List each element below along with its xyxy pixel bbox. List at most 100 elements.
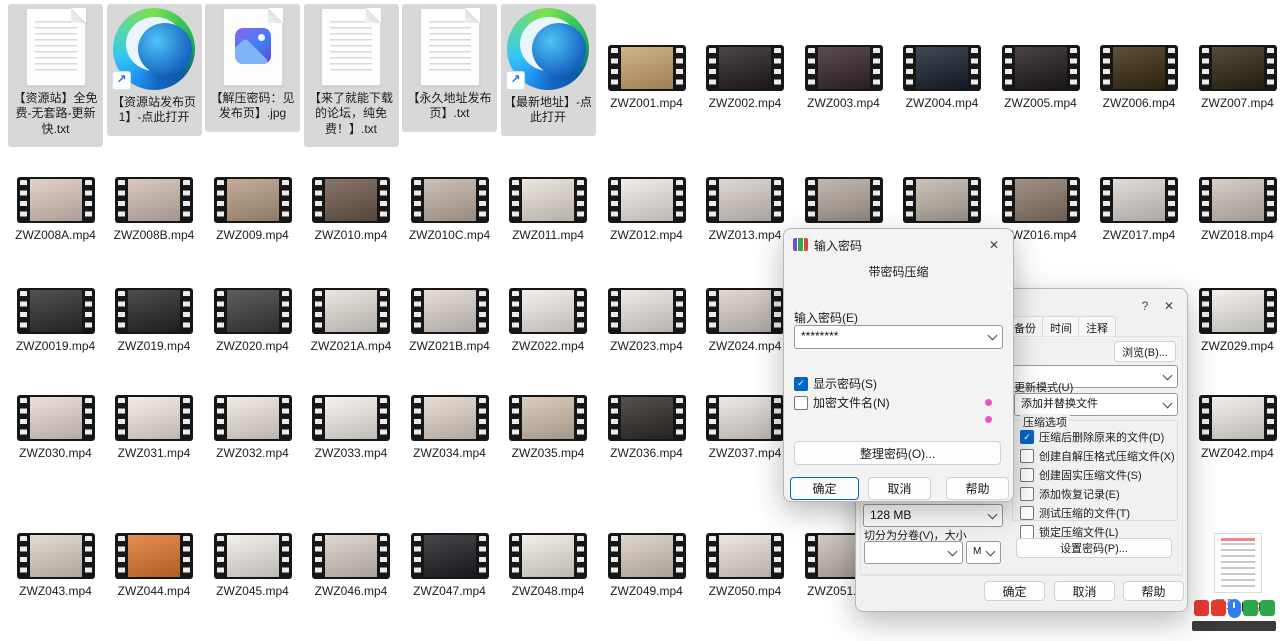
split-volumes-value (871, 542, 944, 563)
desktop-item-ZWZ045[interactable]: ZWZ045.mp4 (205, 533, 300, 599)
split-unit-value: MB (973, 542, 982, 563)
dialog-help-icon[interactable]: ? (1132, 295, 1158, 316)
desktop-item-ZWZ003[interactable]: ZWZ003.mp4 (796, 8, 891, 111)
desktop-item-ZWZ037[interactable]: ZWZ037.mp4 (698, 395, 793, 461)
ok-button[interactable]: 确定 (984, 581, 1045, 601)
desktop-item-ZWZ021A[interactable]: ZWZ021A.mp4 (304, 288, 399, 354)
desktop-item-ZWZ021B[interactable]: ZWZ021B.mp4 (402, 288, 497, 354)
file-label: ZWZ045.mp4 (205, 584, 300, 599)
desktop-item-ZWZ031[interactable]: ZWZ031.mp4 (107, 395, 202, 461)
desktop-item-ZWZ020[interactable]: ZWZ020.mp4 (205, 288, 300, 354)
desktop-item-ZWZ011[interactable]: ZWZ011.mp4 (501, 177, 596, 243)
file-label: ZWZ030.mp4 (8, 446, 103, 461)
password-input[interactable]: ******** (794, 325, 1003, 349)
video-file-icon (17, 177, 95, 223)
option-checkbox[interactable]: 测试压缩的文件(T) (1020, 505, 1177, 521)
desktop-item-ZWZ049[interactable]: ZWZ049.mp4 (599, 533, 694, 599)
desktop-item-ZWZ005[interactable]: ZWZ005.mp4 (993, 8, 1088, 111)
ok-button[interactable]: 确定 (790, 477, 859, 500)
video-file-icon (509, 533, 587, 579)
desktop-item-ZWZ034[interactable]: ZWZ034.mp4 (402, 395, 497, 461)
desktop-item-ZWZ009[interactable]: ZWZ009.mp4 (205, 177, 300, 243)
desktop-item-ZWZ033[interactable]: ZWZ033.mp4 (304, 395, 399, 461)
file-label: 【永久地址发布页】.txt (402, 91, 497, 122)
set-password-button[interactable]: 设置密码(P)... (1016, 538, 1172, 558)
desktop-item-ZWZ004[interactable]: ZWZ004.mp4 (895, 8, 990, 111)
option-checkbox[interactable]: 创建固实压缩文件(S) (1020, 467, 1177, 483)
desktop-item-ZWZ022[interactable]: ZWZ022.mp4 (501, 288, 596, 354)
desktop-item-ZWZ042[interactable]: ZWZ042.mp4 (1190, 395, 1280, 461)
browse-button[interactable]: 浏览(B)... (1114, 341, 1176, 362)
desktop-item-ZWZ032[interactable]: ZWZ032.mp4 (205, 395, 300, 461)
desktop-item-ZWZ019[interactable]: ZWZ019.mp4 (107, 288, 202, 354)
desktop-item-ZWZ001[interactable]: ZWZ001.mp4 (599, 8, 694, 111)
desktop-item-ZWZ017[interactable]: ZWZ017.mp4 (1092, 177, 1187, 243)
desktop-item-ZWZ044[interactable]: ZWZ044.mp4 (107, 533, 202, 599)
desktop-item-txt-1[interactable]: 【资源站】全免费-无套路-更新快.txt (8, 4, 103, 147)
desktop-item-edge-1[interactable]: ↗【资源站发布页1】-点此打开 (107, 4, 202, 136)
desktop-item-ZWZ023[interactable]: ZWZ023.mp4 (599, 288, 694, 354)
video-thumbnail (424, 290, 476, 332)
desktop-item-ZWZ018[interactable]: ZWZ018.mp4 (1190, 177, 1280, 243)
file-label: ZWZ020.mp4 (205, 339, 300, 354)
file-label: ZWZ003.mp4 (796, 96, 891, 111)
option-checkbox[interactable]: 添加恢复记录(E) (1020, 486, 1177, 502)
tab-注释[interactable]: 注释 (1078, 316, 1116, 338)
option-checkbox[interactable]: 创建自解压格式压缩文件(X) (1020, 448, 1177, 464)
edge-shortcut-icon: ↗ (507, 8, 589, 90)
desktop-item-ZWZ043[interactable]: ZWZ043.mp4 (8, 533, 103, 599)
video-file-icon (411, 177, 489, 223)
desktop-item-jpg-1[interactable]: 【解压密码：见发布页】.jpg (205, 4, 300, 132)
video-thumbnail (1113, 179, 1165, 221)
desktop-item-txt-3[interactable]: 【永久地址发布页】.txt (402, 4, 497, 132)
desktop-item-ZWZ002[interactable]: ZWZ002.mp4 (698, 8, 793, 111)
help-button[interactable]: 帮助 (946, 477, 1009, 500)
desktop-item-ZWZ047[interactable]: ZWZ047.mp4 (402, 533, 497, 599)
video-file-icon (1199, 395, 1277, 441)
update-mode-combobox[interactable]: 添加并替换文件 (1014, 393, 1178, 416)
split-volumes-combobox[interactable] (864, 541, 963, 564)
video-file-icon (411, 533, 489, 579)
tab-时间[interactable]: 时间 (1042, 316, 1080, 338)
desktop-item-ZWZ008B[interactable]: ZWZ008B.mp4 (107, 177, 202, 243)
desktop-item-ZWZ013[interactable]: ZWZ013.mp4 (698, 177, 793, 243)
desktop-item-ZWZ006[interactable]: ZWZ006.mp4 (1092, 8, 1187, 111)
video-file-icon (903, 177, 981, 223)
desktop-item-ZWZ050[interactable]: ZWZ050.mp4 (698, 533, 793, 599)
file-label: ZWZ032.mp4 (205, 446, 300, 461)
desktop-item-ZWZ048[interactable]: ZWZ048.mp4 (501, 533, 596, 599)
desktop-item-ZWZ035[interactable]: ZWZ035.mp4 (501, 395, 596, 461)
encrypt-filenames-checkbox[interactable]: 加密文件名(N) (794, 394, 890, 411)
show-password-checkbox[interactable]: ✓ 显示密码(S) (794, 375, 877, 392)
cancel-button[interactable]: 取消 (1054, 581, 1115, 601)
desktop-item-ZWZ010[interactable]: ZWZ010.mp4 (304, 177, 399, 243)
desktop-item-ZWZ030[interactable]: ZWZ030.mp4 (8, 395, 103, 461)
video-file-icon (1100, 177, 1178, 223)
desktop-item-ZWZ010C[interactable]: ZWZ010C.mp4 (402, 177, 497, 243)
cancel-button[interactable]: 取消 (868, 477, 931, 500)
organize-passwords-button[interactable]: 整理密码(O)... (794, 441, 1001, 465)
desktop-item-ZWZ046[interactable]: ZWZ046.mp4 (304, 533, 399, 599)
file-label: ZWZ017.mp4 (1092, 228, 1187, 243)
close-icon[interactable]: ✕ (1156, 295, 1182, 316)
desktop-item-edge-2[interactable]: ↗【最新地址】-点此打开 (501, 4, 596, 136)
close-icon[interactable]: ✕ (981, 234, 1007, 255)
desktop-item-ZWZ008A[interactable]: ZWZ008A.mp4 (8, 177, 103, 243)
file-label: ZWZ048.mp4 (501, 584, 596, 599)
split-unit-combobox[interactable]: MB (966, 541, 1001, 564)
logo-block (1260, 600, 1275, 616)
desktop-item-ZWZ0019[interactable]: ZWZ0019.mp4 (8, 288, 103, 354)
desktop-item-ZWZ024[interactable]: ZWZ024.mp4 (698, 288, 793, 354)
help-button[interactable]: 帮助 (1123, 581, 1184, 601)
option-checkbox[interactable]: ✓压缩后删除原来的文件(D) (1020, 429, 1177, 445)
desktop-item-txt-2[interactable]: 【来了就能下载的论坛，纯免费！】.txt (304, 4, 399, 147)
desktop-item-ZWZ029[interactable]: ZWZ029.mp4 (1190, 288, 1280, 354)
video-file-icon (805, 177, 883, 223)
dictionary-size-combobox[interactable]: 128 MB (863, 504, 1003, 527)
desktop-item-ZWZ012[interactable]: ZWZ012.mp4 (599, 177, 694, 243)
video-thumbnail (128, 179, 180, 221)
video-file-icon (17, 395, 95, 441)
desktop-item-ZWZ007[interactable]: ZWZ007.mp4 (1190, 8, 1280, 111)
compression-options-group: 压缩选项 ✓压缩后删除原来的文件(D)创建自解压格式压缩文件(X)创建固实压缩文… (1012, 420, 1178, 521)
desktop-item-ZWZ036[interactable]: ZWZ036.mp4 (599, 395, 694, 461)
